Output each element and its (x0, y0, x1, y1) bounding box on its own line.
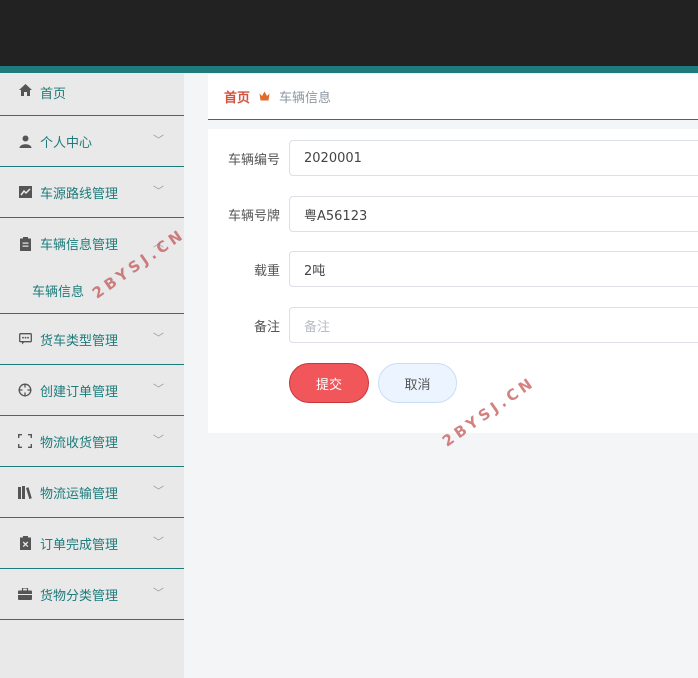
top-header-bar (0, 0, 698, 66)
cancel-button[interactable]: 取消 (378, 363, 457, 403)
breadcrumb-home-link[interactable]: 首页 (224, 87, 250, 106)
header-accent-line (0, 66, 698, 73)
form-row-remarks: 备注 备注 (208, 307, 698, 343)
vehicle-form: 车辆编号 2020001 车辆号牌 粤A56123 载重 2吨 备注 备注 提交… (208, 129, 698, 433)
license-plate-label: 车辆号牌 (227, 208, 280, 224)
sidebar-item-label: 车辆信息管理 (40, 238, 119, 253)
sidebar-item-home[interactable]: 首页 (0, 73, 184, 116)
load-capacity-input[interactable]: 2吨 (289, 251, 698, 287)
breadcrumb-separator-icon (259, 90, 270, 104)
sidebar-item-label: 创建订单管理 (40, 384, 119, 400)
sidebar: 首页 个人中心 ﹀ 车源路线管理 ﹀ 车辆信息管理 ︿ 车辆信息 货车类型管理 … (0, 73, 184, 678)
crosshair-icon (18, 383, 32, 397)
breadcrumb-current: 车辆信息 (279, 91, 332, 106)
breadcrumb: 首页 车辆信息 (208, 74, 698, 120)
vehicle-number-label: 车辆编号 (227, 152, 280, 168)
form-row-license-plate: 车辆号牌 粤A56123 (208, 196, 698, 232)
sidebar-item-label: 订单完成管理 (40, 537, 119, 553)
chevron-down-icon: ﹀ (153, 331, 164, 345)
sidebar-item-label: 物流收货管理 (40, 435, 119, 451)
chevron-down-icon: ﹀ (153, 484, 164, 498)
load-capacity-label: 载重 (253, 263, 280, 279)
sidebar-item-cargo-category-management[interactable]: 货物分类管理 ﹀ (0, 569, 184, 620)
form-row-vehicle-number: 车辆编号 2020001 (208, 140, 698, 176)
sidebar-item-label: 车源路线管理 (40, 186, 119, 202)
sidebar-item-personal-center[interactable]: 个人中心 ﹀ (0, 116, 184, 167)
sidebar-item-label: 个人中心 (40, 135, 93, 151)
form-row-load-capacity: 载重 2吨 (208, 251, 698, 287)
clipboard-x-icon (18, 536, 32, 550)
chevron-down-icon: ﹀ (153, 535, 164, 549)
scan-frame-icon (18, 434, 32, 448)
license-plate-input[interactable]: 粤A56123 (289, 196, 698, 232)
chevron-down-icon: ﹀ (153, 133, 164, 147)
sidebar-item-route-management[interactable]: 车源路线管理 ﹀ (0, 167, 184, 218)
chevron-down-icon: ﹀ (153, 586, 164, 600)
sidebar-subitem-label: 车辆信息 (32, 284, 85, 300)
remarks-input[interactable]: 备注 (289, 307, 698, 343)
sidebar-item-label: 物流运输管理 (40, 486, 119, 502)
sidebar-item-receiving-management[interactable]: 物流收货管理 ﹀ (0, 416, 184, 467)
submit-button[interactable]: 提交 (289, 363, 369, 403)
briefcase-icon (18, 587, 32, 601)
home-icon (18, 83, 32, 97)
chat-icon (18, 332, 32, 346)
books-icon (18, 485, 32, 499)
chevron-down-icon: ﹀ (153, 433, 164, 447)
sidebar-item-label: 货车类型管理 (40, 333, 119, 349)
vehicle-number-input[interactable]: 2020001 (289, 140, 698, 176)
sidebar-item-label: 首页 (40, 87, 67, 102)
sidebar-item-create-order-management[interactable]: 创建订单管理 ﹀ (0, 365, 184, 416)
sidebar-item-truck-type-management[interactable]: 货车类型管理 ﹀ (0, 314, 184, 365)
remarks-label: 备注 (253, 319, 280, 335)
sidebar-item-label: 货物分类管理 (40, 588, 119, 604)
sidebar-item-transport-management[interactable]: 物流运输管理 ﹀ (0, 467, 184, 518)
chevron-down-icon: ﹀ (153, 382, 164, 396)
clipboard-icon (18, 236, 32, 251)
user-icon (18, 134, 32, 148)
sidebar-item-order-completion-management[interactable]: 订单完成管理 ﹀ (0, 518, 184, 569)
chevron-down-icon: ﹀ (153, 184, 164, 198)
chart-icon (18, 185, 32, 199)
